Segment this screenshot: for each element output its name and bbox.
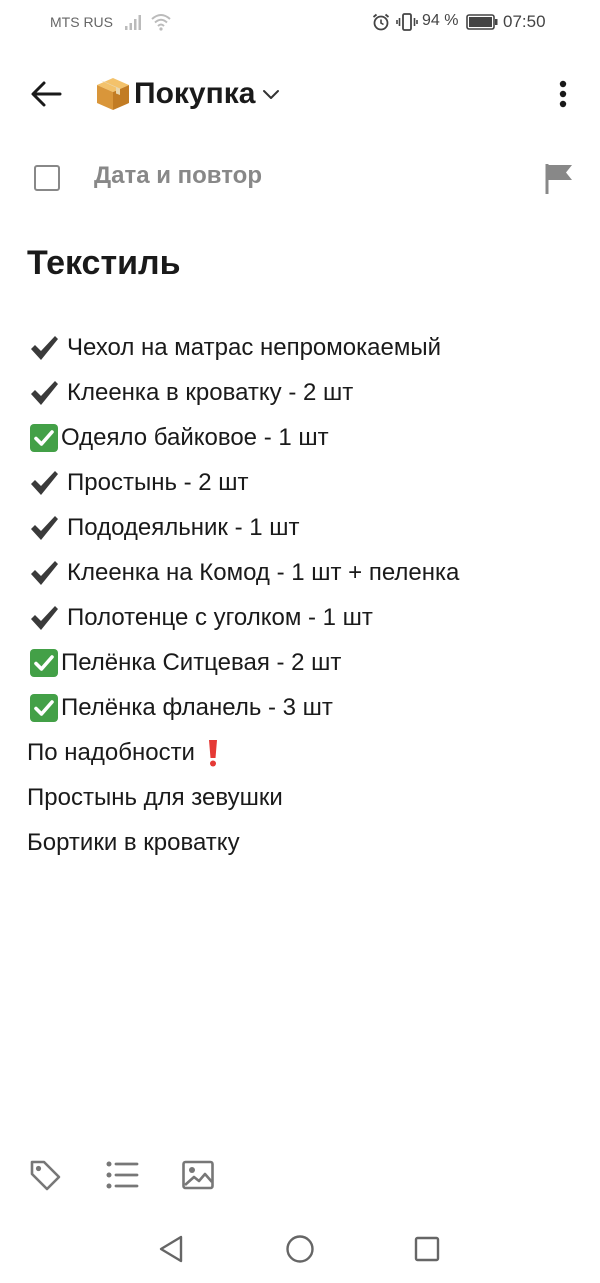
- note-line-text: Простынь для зевушки: [27, 784, 283, 811]
- back-button[interactable]: [26, 74, 66, 114]
- nav-home-icon[interactable]: [285, 1234, 315, 1264]
- note-line: Пелёнка Ситцевая - 2 шт: [27, 640, 587, 685]
- note-line: Простынь - 2 шт: [27, 460, 587, 505]
- chevron-down-icon: [263, 90, 280, 99]
- green-check-box-icon: [27, 648, 60, 678]
- task-checkbox[interactable]: [34, 165, 60, 191]
- signal-icon: [125, 15, 141, 30]
- check-mark-icon: [27, 558, 60, 588]
- check-mark-icon: [27, 468, 60, 498]
- nav-recent-icon[interactable]: [412, 1234, 442, 1264]
- page-title: Покупка: [134, 77, 256, 110]
- note-line: Одеяло байковое - 1 шт: [27, 415, 587, 460]
- note-line-text: Простынь - 2 шт: [67, 469, 249, 496]
- note-line-text: Одеяло байковое - 1 шт: [61, 424, 329, 451]
- note-body[interactable]: Чехол на матрас непромокаемый Клеенка в к…: [27, 325, 587, 865]
- more-options-button[interactable]: [548, 74, 578, 114]
- check-mark-icon: [27, 378, 60, 408]
- status-bar: MTS RUS 94 % 07:50: [0, 0, 600, 46]
- tag-icon[interactable]: [28, 1158, 62, 1192]
- nav-back-icon[interactable]: [157, 1234, 187, 1264]
- green-check-box-icon: [27, 423, 60, 453]
- wifi-icon: [151, 14, 171, 31]
- note-line-text: По надобности: [27, 739, 195, 766]
- note-line: Бортики в кроватку: [27, 820, 587, 865]
- carrier-label: MTS RUS: [50, 14, 113, 30]
- check-mark-icon: [27, 603, 60, 633]
- note-line: Клеенка на Комод - 1 шт + пеленка: [27, 550, 587, 595]
- status-time: 07:50: [503, 12, 546, 31]
- note-line-text: Бортики в кроватку: [27, 829, 240, 856]
- note-line: Чехол на матрас непромокаемый: [27, 325, 587, 370]
- check-mark-icon: [27, 513, 60, 543]
- more-vertical-icon: [559, 80, 567, 108]
- note-line-text: Клеенка в кроватку - 2 шт: [67, 379, 354, 406]
- alarm-icon: [372, 13, 390, 31]
- note-heading: Текстиль: [27, 244, 181, 282]
- note-line: Пододеяльник - 1 шт: [27, 505, 587, 550]
- flag-icon[interactable]: [540, 160, 578, 198]
- note-line: По надобности: [27, 730, 587, 775]
- note-line: Полотенце с уголком - 1 шт: [27, 595, 587, 640]
- note-line-text: Пелёнка Ситцевая - 2 шт: [61, 649, 342, 676]
- date-repeat-button[interactable]: Дата и повтор: [94, 162, 262, 190]
- battery-percent: 94 %: [422, 12, 459, 29]
- battery-icon: [466, 14, 498, 30]
- image-icon[interactable]: [181, 1158, 215, 1192]
- note-line-text: Чехол на матрас непромокаемый: [67, 334, 442, 361]
- package-box-icon: [97, 78, 129, 110]
- red-exclamation-icon: [207, 739, 219, 767]
- vibrate-icon: [396, 13, 418, 31]
- note-line: Пелёнка фланель - 3 шт: [27, 685, 587, 730]
- note-line-text: Пододеяльник - 1 шт: [67, 514, 300, 541]
- back-arrow-icon: [31, 81, 62, 107]
- green-check-box-icon: [27, 693, 60, 723]
- note-line: Простынь для зевушки: [27, 775, 587, 820]
- check-mark-icon: [27, 333, 60, 363]
- note-line-text: Полотенце с уголком - 1 шт: [67, 604, 373, 631]
- note-line-text: Пелёнка фланель - 3 шт: [61, 694, 333, 721]
- note-line-text: Клеенка на Комод - 1 шт + пеленка: [67, 559, 460, 586]
- checklist-icon[interactable]: [105, 1160, 139, 1190]
- note-line: Клеенка в кроватку - 2 шт: [27, 370, 587, 415]
- title-dropdown[interactable]: Покупка: [94, 72, 281, 116]
